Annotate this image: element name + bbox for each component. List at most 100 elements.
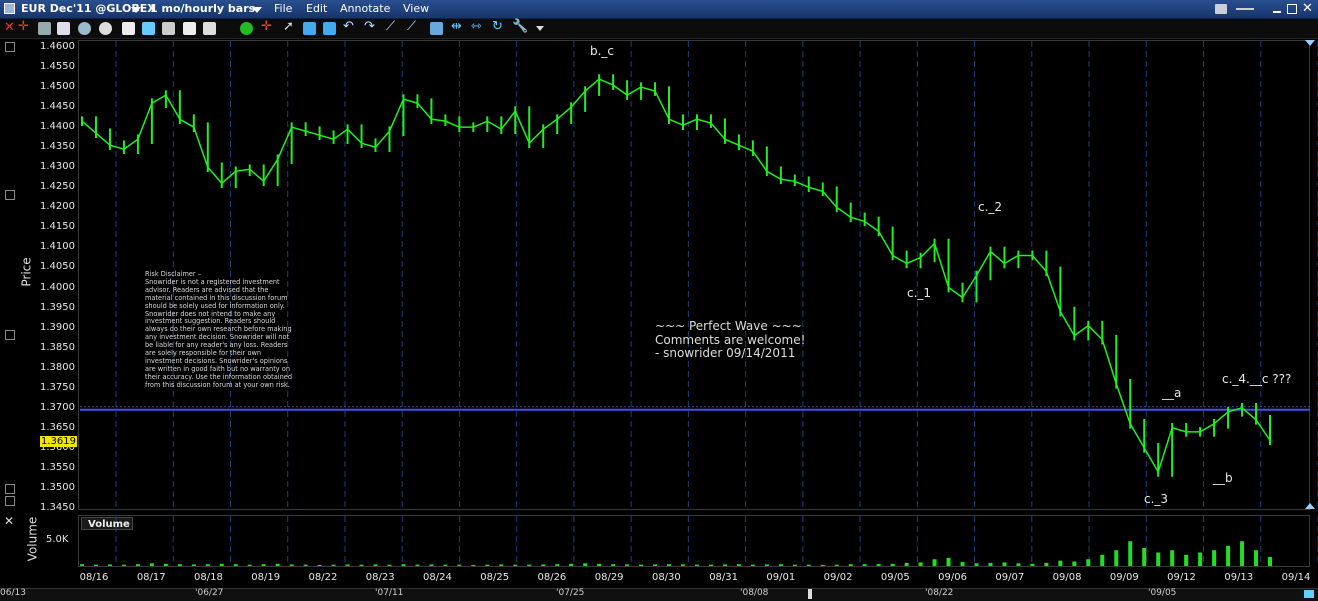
date-tick-label: 09/09: [1109, 572, 1139, 583]
volume-bar: [946, 557, 951, 566]
volume-bar: [1170, 550, 1175, 566]
volume-bar: [289, 564, 294, 566]
volume-bar: [876, 563, 881, 566]
volume-bar: [261, 564, 266, 566]
volume-bar: [443, 564, 448, 566]
volume-bar: [135, 564, 140, 566]
volume-bar: [1184, 554, 1189, 566]
date-tick-label: 08/17: [136, 572, 166, 583]
date-tick-label: 09/07: [995, 572, 1025, 583]
volume-bar: [694, 564, 699, 566]
volume-bar: [736, 564, 741, 566]
volume-bar: [317, 564, 322, 566]
volume-bar: [667, 564, 672, 566]
volume-bar: [708, 564, 713, 566]
volume-bar: [820, 564, 825, 566]
date-tick-label: 08/16: [79, 572, 109, 583]
volume-bar: [848, 564, 853, 566]
volume-bar: [778, 564, 783, 566]
annotation-bc[interactable]: b._c: [590, 44, 614, 58]
volume-bar: [1212, 550, 1217, 566]
date-tick-label: 08/26: [537, 572, 567, 583]
volume-bar: [583, 563, 588, 566]
date-tick-label: 09/08: [1052, 572, 1082, 583]
volume-bar: [1016, 563, 1021, 566]
volume-bar: [1086, 559, 1091, 566]
volume-bar: [471, 564, 476, 566]
volume-bar: [177, 564, 182, 566]
volume-bar: [862, 564, 867, 566]
overview-arrow-icon[interactable]: [1304, 590, 1314, 598]
date-tick-label: 08/25: [480, 572, 510, 583]
note-line: - snowrider 09/14/2011: [655, 346, 796, 360]
date-tick-label: 08/18: [194, 572, 223, 583]
volume-bar: [205, 564, 210, 566]
date-tick-label: 09/14: [1281, 572, 1311, 583]
volume-bar: [1114, 550, 1119, 566]
overview-tick-label: '08/22: [925, 588, 954, 598]
volume-bar: [359, 564, 364, 566]
volume-bar: [387, 564, 392, 566]
note-line: ~~~ Perfect Wave ~~~: [655, 319, 802, 333]
volume-bar: [80, 564, 84, 566]
annotation-c4[interactable]: c._4.__c ???: [1222, 372, 1291, 386]
volume-bar: [653, 564, 658, 566]
volume-bar: [890, 563, 895, 566]
volume-bar: [1058, 560, 1063, 566]
volume-bar: [499, 564, 504, 566]
volume-bar: [1226, 545, 1231, 566]
volume-bar: [191, 564, 196, 566]
volume-bar: [625, 564, 630, 566]
volume-bar: [429, 564, 434, 566]
volume-bar: [792, 564, 797, 566]
volume-bar: [93, 564, 98, 566]
volume-bar: [121, 564, 126, 566]
volume-bar: [107, 564, 112, 566]
volume-bar: [1100, 554, 1105, 566]
volume-bar: [1240, 541, 1245, 566]
date-tick-label: 08/19: [251, 572, 281, 583]
volume-bar: [1072, 561, 1077, 566]
volume-bar: [541, 564, 546, 566]
date-tick-label: 09/13: [1224, 572, 1254, 583]
overview-tick-label: '07/25: [556, 588, 585, 598]
volume-bar: [1156, 552, 1161, 566]
perfect-wave-note[interactable]: ~~~ Perfect Wave ~~~ Comments are welcom…: [655, 319, 806, 361]
volume-bar: [275, 563, 280, 566]
date-tick-label: 09/06: [938, 572, 967, 583]
annotation-b[interactable]: __b: [1213, 471, 1233, 485]
annotation-c1[interactable]: c._1: [907, 286, 931, 300]
annotation-c3[interactable]: c._3: [1144, 492, 1168, 506]
volume-bar: [806, 564, 811, 566]
annotation-a[interactable]: __a: [1162, 386, 1181, 400]
volume-bar: [834, 564, 839, 566]
volume-bar: [1030, 563, 1035, 566]
volume-bar: [485, 564, 490, 566]
date-tick-label: 09/02: [823, 572, 853, 583]
volume-bar: [303, 564, 308, 566]
volume-bar: [1002, 562, 1007, 566]
overview-thumb[interactable]: [808, 589, 812, 599]
annotation-c2[interactable]: c._2: [978, 200, 1002, 214]
volume-bar: [988, 562, 993, 566]
volume-bar: [513, 564, 518, 566]
volume-bar: [1268, 557, 1272, 566]
volume-bar: [764, 564, 769, 566]
overview-tick-label: '07/11: [375, 588, 404, 598]
volume-bar: [331, 564, 336, 566]
volume-bar: [373, 564, 378, 566]
volume-bar: [974, 563, 979, 566]
volume-bar: [149, 563, 154, 566]
overview-tick-label: '09/05: [1148, 588, 1177, 598]
volume-bar: [555, 564, 560, 566]
risk-disclaimer[interactable]: Risk Disclaimer – Snowrider is not a reg…: [145, 270, 315, 390]
note-line: Comments are welcome!: [655, 332, 806, 347]
volume-bar: [527, 564, 532, 566]
volume-bar: [639, 564, 644, 566]
volume-bar: [918, 562, 923, 566]
volume-bar: [680, 564, 685, 566]
date-tick-label: 08/23: [365, 572, 395, 583]
date-tick-label: 08/24: [423, 572, 452, 583]
date-tick-label: 08/30: [651, 572, 681, 583]
overview-tick-label: '08/08: [740, 588, 769, 598]
